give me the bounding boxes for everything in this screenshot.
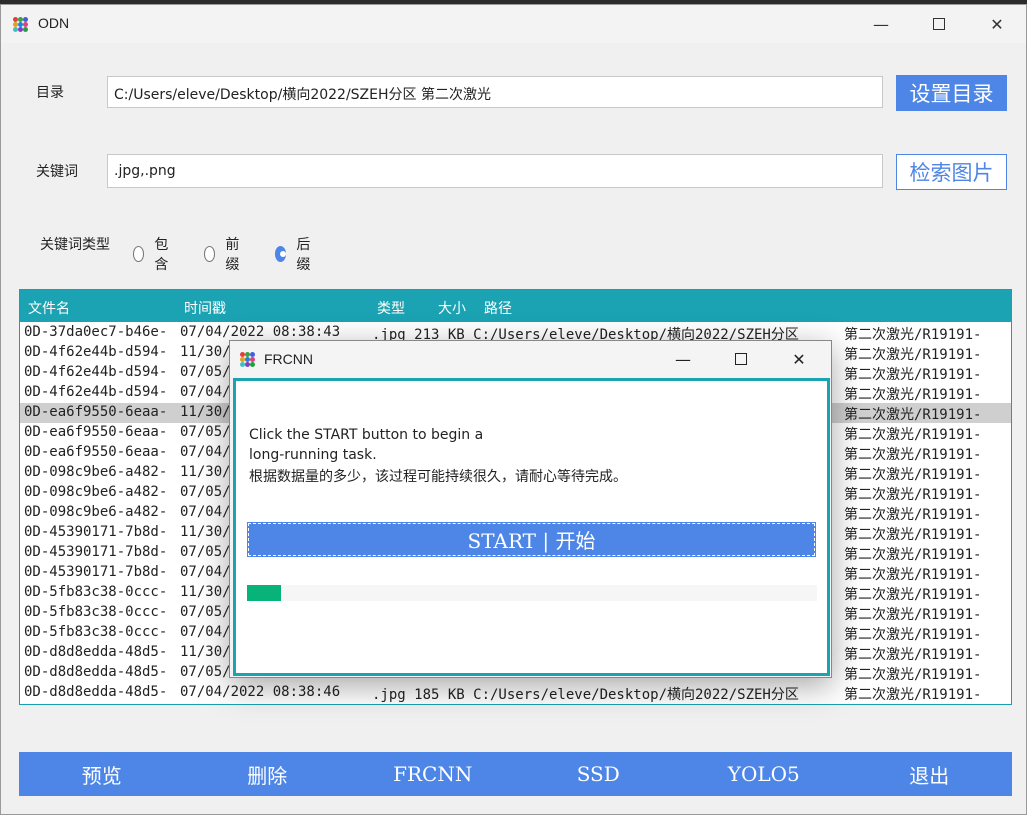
radio-label: 包含 [154, 237, 169, 273]
dialog-maximize-button[interactable] [712, 341, 770, 377]
title-bar: ODN — ✕ [1, 5, 1026, 43]
table-cell: 0D-4f62e44b-d594- [24, 384, 168, 400]
table-cell: 第二次激光/R19191- [844, 487, 982, 503]
header-timestamp[interactable]: 时间戳 [184, 298, 226, 318]
window-title: ODN [38, 15, 70, 31]
table-cell: 0D-4f62e44b-d594- [24, 364, 168, 380]
table-cell: 0D-37da0ec7-b46e- [24, 324, 168, 340]
table-cell: 第二次激光/R19191- [844, 507, 982, 523]
header-size[interactable]: 大小 [438, 298, 466, 318]
table-cell: 第二次激光/R19191- [844, 407, 982, 423]
table-cell: 0D-ea6f9550-6eaa- [24, 424, 168, 440]
table-cell: 0D-5fb83c38-0ccc- [24, 604, 168, 620]
table-cell: 0D-45390171-7b8d- [24, 564, 168, 580]
table-cell: 0D-098c9be6-a482- [24, 504, 168, 520]
table-cell: 0D-ea6f9550-6eaa- [24, 444, 168, 460]
table-cell: 0D-5fb83c38-0ccc- [24, 584, 168, 600]
table-cell: 第二次激光/R19191- [844, 327, 982, 343]
directory-input[interactable]: C:/Users/eleve/Desktop/横向2022/SZEH分区 第二次… [107, 76, 883, 108]
progress-bar [247, 585, 817, 601]
radio-label: 后缀 [296, 237, 311, 273]
close-icon: ✕ [990, 14, 1004, 34]
search-images-button[interactable]: 检索图片 [896, 154, 1007, 190]
table-cell: 0D-5fb83c38-0ccc- [24, 624, 168, 640]
table-cell: 07/04/2022 08:38:43 [180, 324, 341, 340]
table-cell: 第二次激光/R19191- [844, 567, 982, 583]
maximize-icon [735, 353, 747, 365]
directory-label: 目录 [36, 85, 64, 101]
preview-button[interactable]: 预览 [19, 752, 185, 796]
table-cell: 0D-d8d8edda-48d5- [24, 684, 168, 700]
minimize-button[interactable]: — [852, 5, 910, 43]
table-cell: 第二次激光/R19191- [844, 527, 982, 543]
radio-suffix[interactable]: 后缀 [275, 234, 315, 274]
maximize-button[interactable] [910, 5, 968, 43]
table-cell: 0D-d8d8edda-48d5- [24, 664, 168, 680]
frcnn-dialog: FRCNN — ✕ Click the START button to begi… [229, 340, 832, 678]
table-cell: 第二次激光/R19191- [844, 447, 982, 463]
table-header: 文件名 时间戳 类型 大小 路径 [20, 290, 1011, 322]
maximize-icon [933, 18, 945, 30]
exit-button[interactable]: 退出 [847, 752, 1013, 796]
dialog-close-button[interactable]: ✕ [770, 341, 828, 377]
header-filename[interactable]: 文件名 [28, 298, 70, 318]
table-cell: 第二次激光/R19191- [844, 467, 982, 483]
radio-circle-icon [133, 246, 145, 262]
table-cell: 0D-098c9be6-a482- [24, 484, 168, 500]
start-button[interactable]: START | 开始 [247, 522, 816, 557]
header-path[interactable]: 路径 [484, 298, 512, 318]
close-button[interactable]: ✕ [968, 5, 1026, 43]
bottom-toolbar: 预览 删除 FRCNN SSD YOLO5 退出 [19, 752, 1012, 796]
table-cell: 0D-4f62e44b-d594- [24, 344, 168, 360]
dialog-message-line3: 根据数据量的多少，该过程可能持续很久，请耐心等待完成。 [249, 469, 627, 485]
minimize-icon: — [873, 14, 889, 34]
table-cell: 第二次激光/R19191- [844, 387, 982, 403]
app-logo-icon [13, 17, 28, 32]
frcnn-button[interactable]: FRCNN [350, 752, 516, 796]
yolo5-button[interactable]: YOLO5 [681, 752, 847, 796]
table-cell: 0D-45390171-7b8d- [24, 544, 168, 560]
dialog-title: FRCNN [264, 351, 313, 367]
radio-selected-icon [275, 246, 287, 262]
dialog-body: Click the START button to begin a long-r… [233, 378, 830, 676]
close-icon: ✕ [792, 349, 806, 369]
table-cell: 第二次激光/R19191- [844, 627, 982, 643]
keyword-label: 关键词 [36, 164, 78, 180]
table-cell: 07/04/2022 08:38:46 [180, 684, 341, 700]
app-logo-icon [240, 352, 255, 367]
table-cell: 第二次激光/R19191- [844, 427, 982, 443]
keyword-input[interactable]: .jpg,.png [107, 154, 883, 188]
radio-contains[interactable]: 包含 [133, 234, 173, 274]
minimize-icon: — [675, 349, 691, 369]
keyword-type-label: 关键词类型 [40, 237, 110, 253]
delete-button[interactable]: 删除 [185, 752, 351, 796]
table-row[interactable]: 0D-d8d8edda-48d5- 07/04/2022 08:38:46 .jpg… [20, 683, 1011, 703]
table-cell: 第二次激光/R19191- [844, 587, 982, 603]
table-cell: 第二次激光/R19191- [844, 647, 982, 663]
dialog-message-line2: long-running task. [249, 447, 377, 463]
table-cell: 0D-45390171-7b8d- [24, 524, 168, 540]
dialog-message-line1: Click the START button to begin a [249, 427, 484, 443]
table-cell: 第二次激光/R19191- [844, 667, 982, 683]
table-cell: 第二次激光/R19191- [844, 367, 982, 383]
table-cell: 第二次激光/R19191- [844, 547, 982, 563]
dialog-title-bar: FRCNN — ✕ [230, 341, 831, 377]
set-directory-button[interactable]: 设置目录 [896, 75, 1007, 111]
dialog-minimize-button[interactable]: — [654, 341, 712, 377]
table-cell: 0D-ea6f9550-6eaa- [24, 404, 168, 420]
table-cell: 第二次激光/R19191- [844, 347, 982, 363]
table-cell: 0D-d8d8edda-48d5- [24, 644, 168, 660]
table-cell: 第二次激光/R19191- [844, 607, 982, 623]
progress-fill [247, 585, 282, 601]
table-cell: 第二次激光/R19191- [844, 687, 982, 703]
table-cell: 0D-098c9be6-a482- [24, 464, 168, 480]
radio-label: 前缀 [225, 237, 240, 273]
ssd-button[interactable]: SSD [516, 752, 682, 796]
radio-circle-icon [204, 246, 216, 262]
header-type[interactable]: 类型 [377, 298, 405, 318]
table-cell: .jpg 185 KB C:/Users/eleve/Desktop/横向202… [372, 687, 799, 703]
radio-prefix[interactable]: 前缀 [204, 234, 244, 274]
